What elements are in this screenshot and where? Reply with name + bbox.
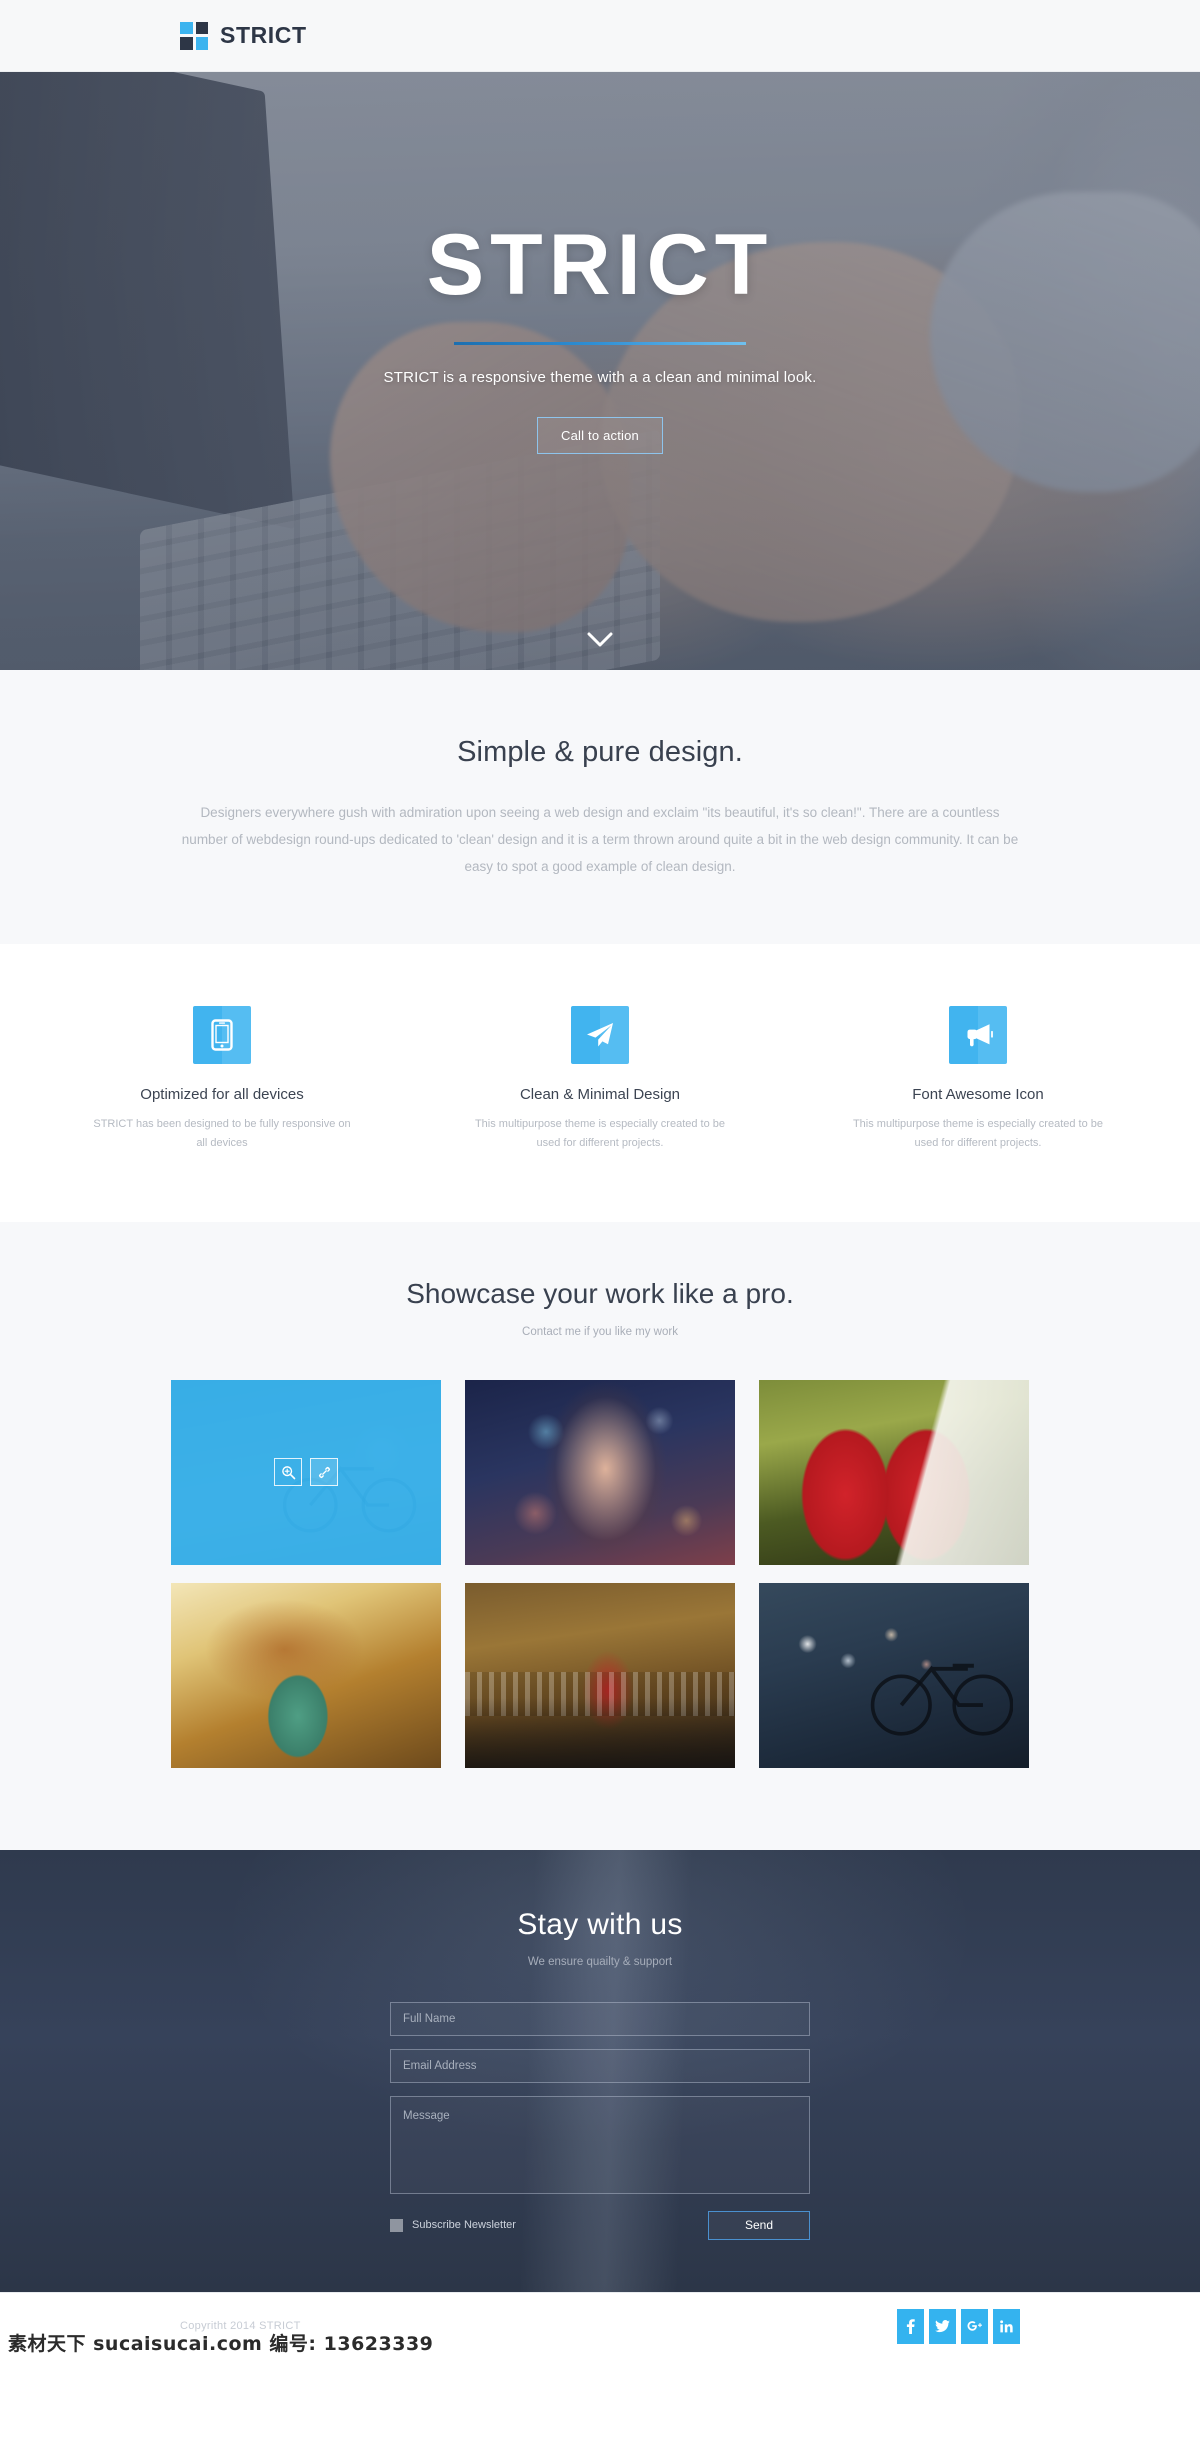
portfolio-item-woman-with-sunglasses[interactable] <box>465 1379 735 1565</box>
portfolio-item-coffee-splash-green-mug[interactable] <box>171 1582 441 1768</box>
showcase-subtitle: Contact me if you like my work <box>522 1325 678 1338</box>
link-icon[interactable] <box>310 1458 338 1486</box>
hero-section: STRICT STRICT is a responsive theme with… <box>0 72 1200 670</box>
intro-section: Simple & pure design. Designers everywhe… <box>0 670 1200 944</box>
portfolio-image <box>465 1582 735 1768</box>
portfolio-image <box>171 1582 441 1768</box>
mobile-phone-icon[interactable] <box>193 1006 251 1064</box>
navbar: STRICT <box>0 0 1200 72</box>
contact-form: Subscribe Newsletter Send <box>390 2001 810 2240</box>
portfolio-item-bicycle-at-night[interactable] <box>759 1582 1029 1768</box>
contact-title: Stay with us <box>517 1907 683 1941</box>
contact-subtitle: We ensure quailty & support <box>527 1955 673 1968</box>
send-button[interactable]: Send <box>708 2210 810 2240</box>
watermark-text: 素材天下 sucaisucai.com 编号: 13623339 <box>8 2332 434 2355</box>
social-links <box>897 2308 1020 2344</box>
portfolio-hover-overlay <box>171 1379 441 1565</box>
linkedin-icon[interactable] <box>993 2308 1020 2344</box>
logo-square-top-right <box>195 21 208 34</box>
showcase-section: Showcase your work like a pro. Contact m… <box>0 1221 1200 1850</box>
intro-body: Designers everywhere gush with admiratio… <box>181 805 1019 874</box>
showcase-header: Showcase your work like a pro. Contact m… <box>0 1278 1200 1338</box>
contact-section: Stay with us We ensure quailty & support… <box>0 1849 1200 2292</box>
portfolio-image <box>759 1379 1029 1565</box>
portfolio-item-red-smiley-mugs[interactable] <box>759 1379 1029 1565</box>
hero-subtitle: STRICT is a responsive theme with a a cl… <box>383 369 817 386</box>
bicycle-silhouette-icon <box>870 1663 1013 1736</box>
feature-title: Clean & Minimal Design <box>519 1086 681 1103</box>
email-address-input[interactable] <box>390 2048 810 2083</box>
logo-square-bottom-left <box>180 37 193 50</box>
feature-text: This multipurpose theme is especially cr… <box>474 1118 726 1150</box>
paper-plane-icon[interactable] <box>571 1006 629 1064</box>
footer: Copyritht 2014 STRICT 素材天下 sucaisucai.co… <box>0 2291 1200 2360</box>
hero-divider <box>454 342 746 345</box>
logo-square-top-left <box>180 21 193 34</box>
portfolio-item-red-bicycle-by-wall[interactable] <box>465 1582 735 1768</box>
features-section: Optimized for all devices STRICT has bee… <box>0 944 1200 1222</box>
feature-card-devices: Optimized for all devices STRICT has bee… <box>87 1006 357 1154</box>
subscribe-newsletter-checkbox[interactable]: Subscribe Newsletter <box>390 2218 516 2232</box>
form-actions-row: Subscribe Newsletter Send <box>390 2210 810 2240</box>
portfolio-image <box>759 1582 1029 1768</box>
hero-title: STRICT <box>426 217 774 313</box>
search-plus-icon[interactable] <box>274 1458 302 1486</box>
logo-squares-icon <box>180 21 208 50</box>
brand-logo[interactable]: STRICT <box>180 21 307 50</box>
twitter-icon[interactable] <box>929 2308 956 2344</box>
brand-name: STRICT <box>220 22 307 48</box>
full-name-input[interactable] <box>390 2001 810 2036</box>
feature-card-icons: Font Awesome Icon This multipurpose them… <box>843 1006 1113 1154</box>
google-plus-icon[interactable] <box>961 2308 988 2344</box>
portfolio-grid <box>171 1379 1029 1768</box>
showcase-title: Showcase your work like a pro. <box>406 1277 794 1309</box>
subscribe-newsletter-label: Subscribe Newsletter <box>412 2219 516 2231</box>
portfolio-item-bicycle-on-street[interactable] <box>171 1379 441 1565</box>
feature-text: STRICT has been designed to be fully res… <box>93 1118 351 1150</box>
portfolio-image <box>465 1379 735 1565</box>
call-to-action-button[interactable]: Call to action <box>537 417 663 454</box>
feature-card-design: Clean & Minimal Design This multipurpose… <box>465 1006 735 1154</box>
checkbox-box[interactable] <box>390 2218 403 2232</box>
feature-title: Font Awesome Icon <box>912 1086 1044 1103</box>
chevron-down-icon[interactable] <box>587 632 613 648</box>
contact-content: Stay with us We ensure quailty & support… <box>0 1908 1200 2240</box>
message-textarea[interactable] <box>390 2095 810 2194</box>
intro-title: Simple & pure design. <box>457 736 743 768</box>
feature-title: Optimized for all devices <box>140 1086 304 1103</box>
hero-content: STRICT STRICT is a responsive theme with… <box>0 72 1200 670</box>
bullhorn-icon[interactable] <box>949 1006 1007 1064</box>
logo-square-bottom-right <box>195 37 208 50</box>
feature-text: This multipurpose theme is especially cr… <box>852 1118 1104 1150</box>
facebook-icon[interactable] <box>897 2308 924 2344</box>
